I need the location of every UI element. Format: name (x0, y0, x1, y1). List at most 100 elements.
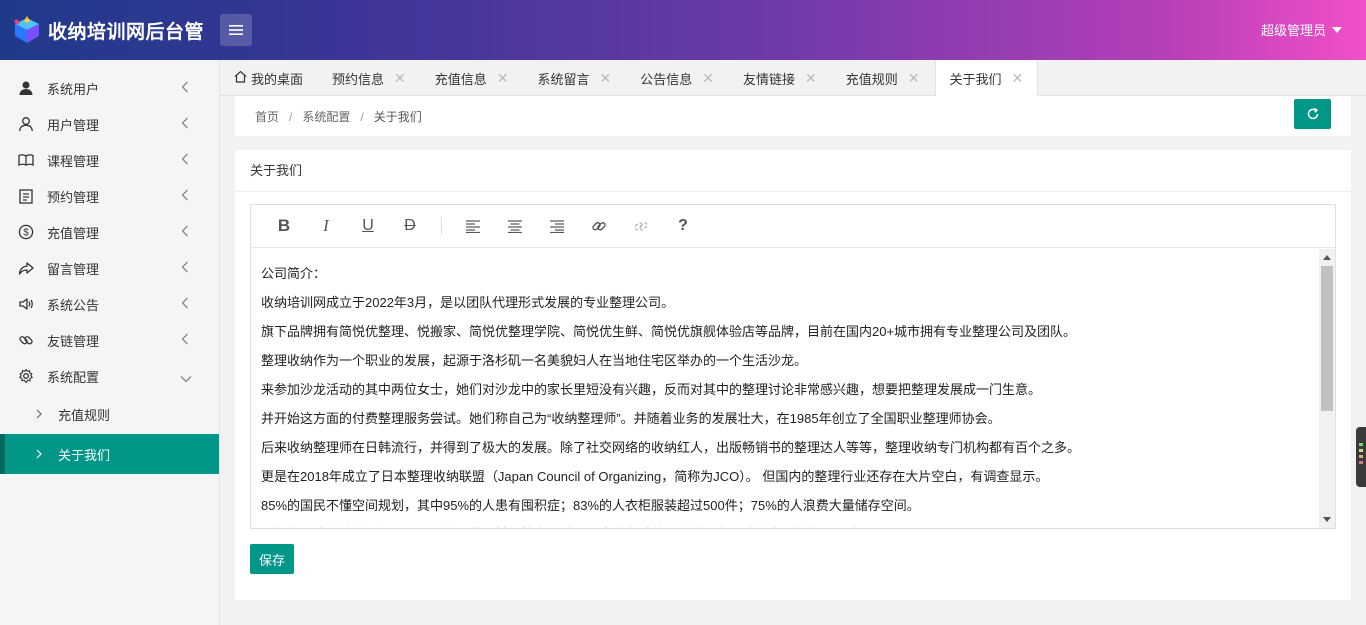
close-icon[interactable]: ✕ (805, 70, 817, 87)
sidebar-item-label: 预约管理 (47, 189, 100, 205)
tab-label: 公告信息 (640, 71, 693, 87)
italic-button[interactable]: I (305, 211, 347, 241)
insert-link-button[interactable] (578, 211, 620, 241)
chevron-down-icon (180, 371, 192, 386)
clipboard-icon (18, 188, 34, 204)
app-logo[interactable]: 收纳培训网后台管 (12, 14, 204, 46)
close-icon[interactable]: ✕ (394, 70, 406, 87)
underline-button[interactable]: U (347, 211, 389, 241)
content-line: 更是在2018年成立了日本整理收纳联盟（Japan Council of Org… (261, 469, 1049, 484)
content-line: 现如今，追求整洁、舒适、品质生活的人越来越多，他们愿意支豪秀整理收纳服务来改善自… (261, 520, 1309, 528)
scroll-down-arrow-icon[interactable] (1323, 517, 1331, 522)
editor-scrollbar[interactable] (1319, 249, 1335, 528)
content-line: 收纳培训网成立于2022年3月，是以团队代理形式发展的专业整理公司。 (261, 295, 675, 310)
close-icon[interactable]: ✕ (600, 70, 612, 87)
toolbar-divider (441, 217, 442, 235)
sidebar-item-label: 课程管理 (47, 153, 100, 169)
breadcrumb-bar: 首页 / 系统配置 / 关于我们 (235, 96, 1351, 136)
scroll-up-arrow-icon[interactable] (1323, 255, 1331, 260)
close-icon[interactable]: ✕ (1012, 70, 1024, 87)
tab-booking-info[interactable]: 预约信息 ✕ (318, 60, 421, 96)
top-header: 收纳培训网后台管 超级管理员 (0, 0, 1366, 60)
content-line: 后来收纳整理师在日韩流行，并得到了极大的发展。除了社交网络的收纳红人，出版畅销书… (261, 440, 1081, 455)
tab-label: 友情链接 (743, 71, 796, 87)
hamburger-icon (229, 25, 243, 35)
user-outline-icon (18, 116, 34, 132)
chevron-left-icon (181, 81, 189, 96)
content-line: 旗下品牌拥有简悦优整理、悦搬家、简悦优整理学院、简悦优生鲜、简悦优旗舰体验店等品… (261, 324, 1077, 339)
breadcrumb-section[interactable]: 系统配置 (302, 110, 350, 124)
user-menu[interactable]: 超级管理员 (1261, 20, 1342, 39)
remove-link-button[interactable] (620, 211, 662, 241)
close-icon[interactable]: ✕ (497, 70, 509, 87)
refresh-button[interactable] (1294, 99, 1331, 129)
sidebar-item-label: 充值管理 (47, 225, 100, 241)
sidebar-item-label: 系统公告 (47, 297, 100, 313)
sidebar-item-label: 友链管理 (47, 333, 100, 349)
caret-down-icon (1332, 26, 1342, 33)
help-button[interactable]: ? (662, 211, 704, 241)
tab-system-messages[interactable]: 系统留言 ✕ (524, 60, 627, 96)
align-left-button[interactable] (452, 211, 494, 241)
chevron-right-icon (36, 447, 42, 462)
close-icon[interactable]: ✕ (702, 70, 714, 87)
tab-notice-info[interactable]: 公告信息 ✕ (626, 60, 729, 96)
chevron-left-icon (181, 117, 189, 132)
content-line: 公司简介： (261, 266, 327, 281)
about-us-card: 关于我们 B I U D ? 公司简介： 收纳培训网成立于2022年3月，是以团… (235, 150, 1351, 600)
tab-label: 关于我们 (949, 72, 1002, 87)
sidebar-item-booking-management[interactable]: 预约管理 (0, 178, 219, 214)
sidebar-item-system-notice[interactable]: 系统公告 (0, 286, 219, 322)
sidebar-item-user-management[interactable]: 用户管理 (0, 106, 219, 142)
editor-content[interactable]: 公司简介： 收纳培训网成立于2022年3月，是以团队代理形式发展的专业整理公司。… (251, 249, 1319, 528)
app-title: 收纳培训网后台管 (48, 21, 205, 43)
side-widget-handle[interactable] (1356, 427, 1366, 487)
tab-recharge-rules[interactable]: 充值规则 ✕ (832, 60, 935, 96)
tab-friend-links[interactable]: 友情链接 ✕ (729, 60, 832, 96)
tab-desktop[interactable]: 我的桌面 (220, 60, 318, 96)
sidebar-subitem-recharge-rules[interactable]: 充值规则 (0, 394, 219, 434)
sidebar-subitem-about-us[interactable]: 关于我们 (0, 434, 219, 474)
save-button[interactable]: 保存 (250, 544, 294, 574)
unlink-icon (634, 222, 648, 231)
user-solid-icon (18, 80, 34, 96)
tab-label: 预约信息 (332, 71, 385, 87)
sidebar-item-recharge-management[interactable]: $ 充值管理 (0, 214, 219, 250)
tab-label: 充值规则 (845, 71, 898, 87)
sidebar-item-system-config[interactable]: 系统配置 (0, 358, 219, 394)
sidebar-item-link-management[interactable]: 友链管理 (0, 322, 219, 358)
cube-logo-icon (14, 16, 39, 43)
align-right-button[interactable] (536, 211, 578, 241)
sidebar-item-system-users[interactable]: 系统用户 (0, 70, 219, 106)
tab-about-us[interactable]: 关于我们 ✕ (934, 60, 1039, 97)
chevron-left-icon (181, 333, 189, 348)
sidebar: 系统用户 用户管理 课程管理 预约管理 $ 充值管理 留言管理 系统公告 友链管… (0, 60, 220, 625)
sidebar-item-label: 系统配置 (47, 369, 100, 385)
sidebar-subitem-label: 关于我们 (58, 447, 111, 463)
scroll-thumb[interactable] (1321, 266, 1333, 411)
share-icon (18, 260, 34, 276)
align-center-button[interactable] (494, 211, 536, 241)
breadcrumb-home[interactable]: 首页 (255, 110, 279, 124)
close-icon[interactable]: ✕ (908, 70, 920, 87)
sidebar-item-course-management[interactable]: 课程管理 (0, 142, 219, 178)
tab-label: 我的桌面 (251, 71, 304, 87)
chevron-left-icon (181, 261, 189, 276)
tab-recharge-info[interactable]: 充值信息 ✕ (421, 60, 524, 96)
tab-bar: 我的桌面 预约信息 ✕ 充值信息 ✕ 系统留言 ✕ 公告信息 ✕ 友情链接 ✕ … (220, 60, 1366, 97)
align-right-icon (550, 220, 564, 233)
speaker-icon (18, 296, 34, 312)
breadcrumb-current: 关于我们 (373, 110, 422, 124)
breadcrumb: 首页 / 系统配置 / 关于我们 (255, 108, 422, 125)
sidebar-item-message-management[interactable]: 留言管理 (0, 250, 219, 286)
home-icon (234, 70, 247, 86)
sidebar-item-label: 用户管理 (47, 117, 100, 133)
breadcrumb-separator: / (360, 110, 364, 124)
user-name: 超级管理员 (1260, 23, 1326, 38)
chevron-left-icon (181, 189, 189, 204)
bold-button[interactable]: B (263, 211, 305, 241)
menu-toggle-button[interactable] (220, 14, 252, 46)
breadcrumb-separator: / (289, 110, 293, 124)
refresh-icon (1307, 107, 1318, 120)
strikethrough-button[interactable]: D (389, 211, 431, 241)
